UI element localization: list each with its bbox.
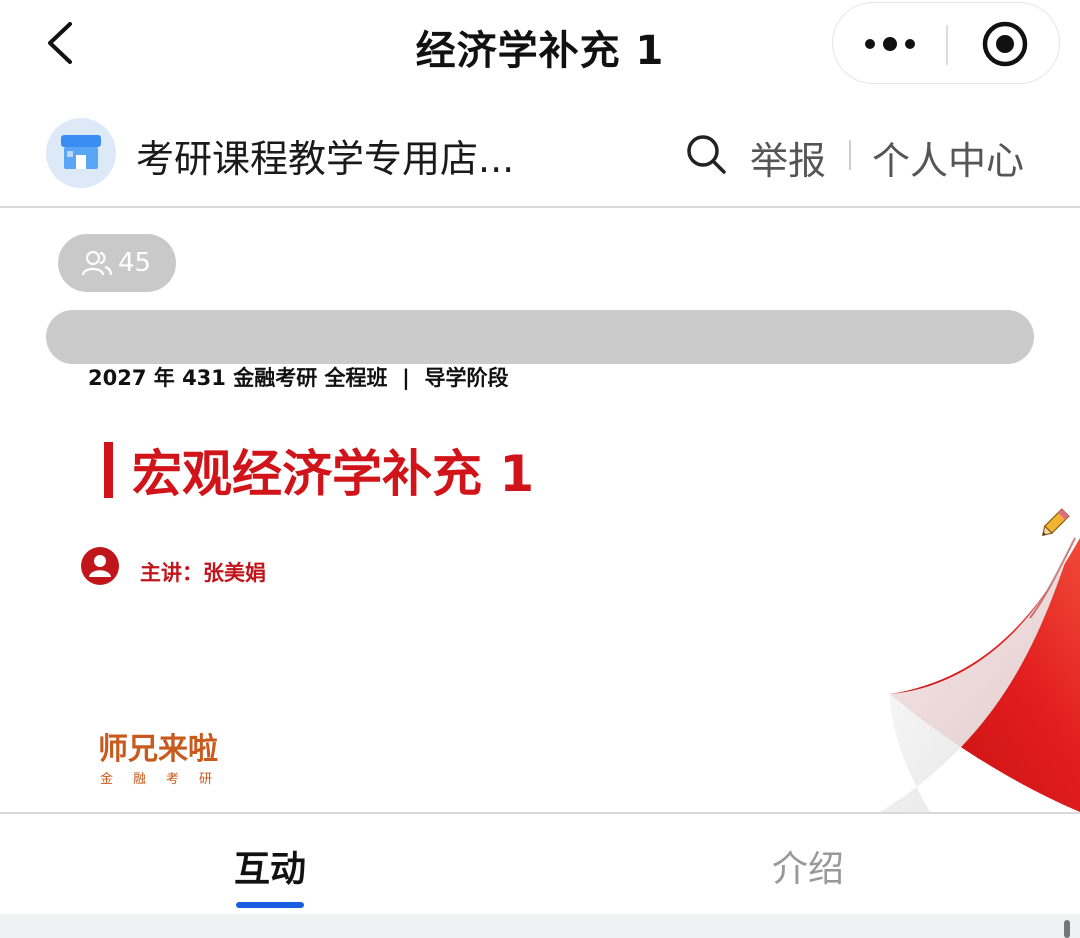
tab-bar: 互动 介绍 (0, 814, 1080, 914)
shop-avatar[interactable] (46, 118, 116, 188)
comment-input-bar[interactable] (46, 310, 1034, 364)
mini-program-capsule (832, 2, 1060, 84)
search-icon (687, 135, 726, 174)
pencil-icon[interactable] (1036, 506, 1072, 542)
report-link[interactable]: 举报 (750, 130, 826, 185)
more-dots-icon (864, 37, 915, 51)
target-icon (982, 21, 1027, 67)
scrollbar-thumb[interactable] (1064, 920, 1070, 938)
viewer-count: 45 (118, 248, 152, 278)
active-tab-indicator (236, 902, 304, 908)
logo-sub-text: 金融考研 (100, 772, 233, 787)
store-icon (61, 135, 101, 169)
page-curl-decoration (880, 537, 1080, 812)
search-button[interactable] (684, 132, 728, 176)
close-button[interactable] (948, 3, 1061, 85)
tab-introduction[interactable]: 介绍 (772, 840, 844, 892)
user-circle-icon (81, 547, 119, 585)
title-accent-bar (104, 442, 113, 498)
tab-interaction[interactable]: 互动 (234, 840, 306, 892)
lecturer-label: 主讲：张美娟 (140, 561, 266, 585)
slide-subtitle: 2027 年 431 金融考研 全程班 | 导学阶段 (88, 366, 509, 390)
more-button[interactable] (833, 3, 946, 85)
logo-main-text: 师兄来啦 (98, 732, 218, 767)
users-icon (82, 250, 112, 276)
slide-title: 宏观经济学补充 1 (132, 445, 535, 503)
profile-link[interactable]: 个人中心 (872, 130, 1024, 185)
video-player[interactable]: 45 2027 年 431 金融考研 全程班 | 导学阶段 宏观经济学补充 1 … (0, 208, 1080, 812)
viewer-count-badge: 45 (58, 234, 176, 292)
shop-bar: 考研课程教学专用店... 举报 个人中心 (0, 108, 1080, 206)
content-area-top (0, 914, 1080, 938)
link-divider (849, 140, 851, 170)
brand-logo: 师兄来啦 金融考研 (98, 724, 230, 788)
shop-name[interactable]: 考研课程教学专用店... (136, 128, 514, 183)
top-nav-bar: 经济学补充 1 (0, 0, 1080, 96)
